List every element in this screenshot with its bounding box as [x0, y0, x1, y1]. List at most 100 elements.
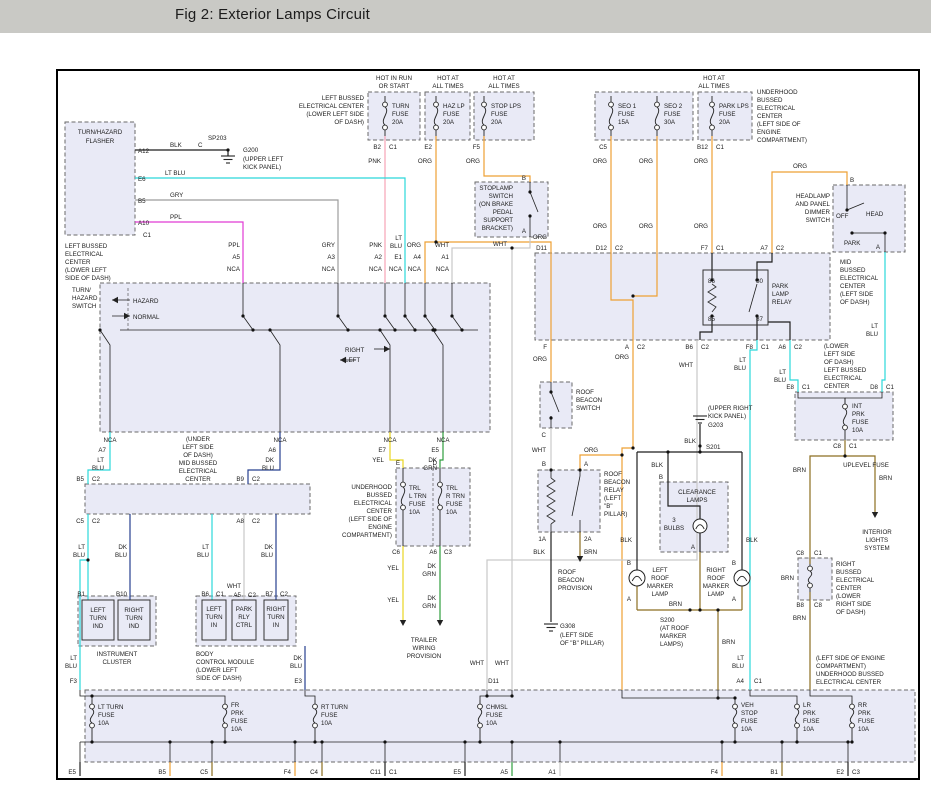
diagram-label: FLASHER — [86, 138, 115, 145]
diagram-label: IN — [211, 622, 217, 629]
diagram-label: B — [659, 474, 663, 481]
diagram-label: NCA — [408, 266, 422, 273]
diagram-label: TRL — [446, 485, 458, 492]
diagram-label: C5 — [200, 769, 208, 776]
diagram-label: RR — [858, 702, 867, 709]
junction-dot — [795, 740, 798, 743]
diagram-label: E1 — [394, 254, 402, 261]
diagram-label: C2 — [701, 344, 709, 351]
diagram-label: 30 — [756, 278, 763, 285]
diagram-label: GRN — [422, 603, 436, 610]
diagram-label: WHT — [227, 583, 241, 590]
diagram-label: C2 — [794, 344, 802, 351]
diagram-label: OF DASH) — [183, 452, 213, 459]
diagram-label: GRY — [170, 192, 183, 199]
diagram-label: CENTER — [185, 476, 211, 483]
diagram-label: A1 — [441, 254, 449, 261]
diagram-label: "B" — [604, 503, 613, 510]
diagram-label: BRN — [584, 549, 597, 556]
diagram-label: TURN — [392, 103, 409, 110]
diagram-label: (LOWER — [824, 343, 849, 350]
diagram-label: C2 — [248, 592, 256, 599]
diagram-label: B12 — [697, 144, 709, 151]
diagram-label: CLUSTER — [103, 659, 132, 666]
diagram-label: LAMPS) — [660, 641, 683, 648]
fuse-symbol — [609, 102, 614, 107]
diagram-label: LEFT BUSSED — [824, 367, 867, 374]
diagram-label: BLU — [65, 663, 77, 670]
diagram-label: A7 — [760, 245, 768, 252]
diagram-label: RIGHT — [266, 606, 285, 613]
diagram-label: A1 — [548, 769, 556, 776]
junction-dot — [168, 740, 171, 743]
diagram-label: YEL — [387, 597, 399, 604]
diagram-label: BLU — [261, 552, 273, 559]
diagram-label: HEADLAMP — [796, 193, 830, 200]
diagram-label: B10 — [116, 591, 128, 598]
junction-dot — [90, 694, 93, 697]
diagram-label: FUSE — [409, 501, 426, 508]
diagram-label: NCA — [103, 437, 117, 444]
diagram-label: CHMSL — [486, 704, 508, 711]
fuse-symbol — [609, 125, 614, 130]
diagram-label: PNK — [368, 158, 382, 165]
diagram-label: (UNDER — [186, 436, 211, 443]
diagram-label: MARKER — [647, 583, 674, 590]
diagram-label: ORG — [694, 158, 708, 165]
diagram-label: PRK — [803, 710, 817, 717]
int-prk-fuse-box — [795, 392, 893, 440]
diagram-label: INSTRUMENT — [97, 651, 138, 658]
diagram-label: WHT — [679, 362, 693, 369]
junction-dot — [688, 608, 691, 611]
fuse-symbol — [313, 704, 318, 709]
diagram-label: LEFT BUSSED — [65, 243, 108, 250]
diagram-label: A5 — [232, 254, 240, 261]
junction-dot — [510, 246, 513, 249]
diagram-label: BLU — [290, 663, 302, 670]
diagram-label: ORG — [593, 158, 607, 165]
diagram-label: LEFT — [90, 607, 105, 614]
junction-dot — [578, 468, 581, 471]
lamp-symbol — [693, 519, 707, 533]
lamp-symbol — [629, 570, 645, 586]
diagram-label: A6 — [778, 344, 786, 351]
diagram-label: NCA — [383, 437, 397, 444]
junction-dot — [850, 740, 853, 743]
diagram-label: CLEARANCE — [678, 489, 716, 496]
diagram-label: SP203 — [208, 135, 227, 142]
fuse-symbol — [850, 704, 855, 709]
fuse-symbol — [401, 505, 406, 510]
diagram-label: DK — [118, 544, 127, 551]
diagram-label: FR — [231, 702, 240, 709]
diagram-label: WIRING — [412, 645, 435, 652]
diagram-label: LAMP — [772, 291, 789, 298]
diagram-label: PRK — [231, 710, 245, 717]
diagram-label: C4 — [310, 769, 318, 776]
diagram-label: C2 — [615, 245, 623, 252]
diagram-label: E2 — [836, 769, 844, 776]
diagram-label: FUSE — [741, 718, 758, 725]
diagram-label: C11 — [370, 769, 381, 776]
diagram-label: ENGINE — [368, 524, 392, 531]
diagram-label: 10A — [98, 720, 110, 727]
diagram-label: ROOF — [558, 569, 576, 576]
diagram-label: 10A — [803, 726, 815, 733]
diagram-label: (LOWER LEFT — [196, 667, 238, 674]
diagram-label: PRK — [852, 411, 866, 418]
mid-bussed-under-dash-box — [85, 484, 310, 514]
fuse-symbol — [482, 102, 487, 107]
diagram-label: A5 — [500, 769, 508, 776]
diagram-label: A6 — [429, 549, 437, 556]
diagram-label: WHT — [493, 241, 507, 248]
diagram-label: 20A — [392, 119, 404, 126]
diagram-label: F4 — [711, 769, 719, 776]
diagram-label: (UPPER LEFT — [243, 156, 283, 163]
fuse-symbol — [843, 425, 848, 430]
diagram-label: LT — [97, 457, 104, 464]
diagram-label: LAMPS — [687, 497, 708, 504]
diagram-label: (LEFT SIDE OF ENGINE — [816, 655, 885, 662]
diagram-label: C1 — [389, 144, 397, 151]
diagram-label: KICK PANEL) — [243, 164, 281, 171]
diagram-label: B1 — [770, 769, 778, 776]
diagram-label: DK — [427, 563, 436, 570]
